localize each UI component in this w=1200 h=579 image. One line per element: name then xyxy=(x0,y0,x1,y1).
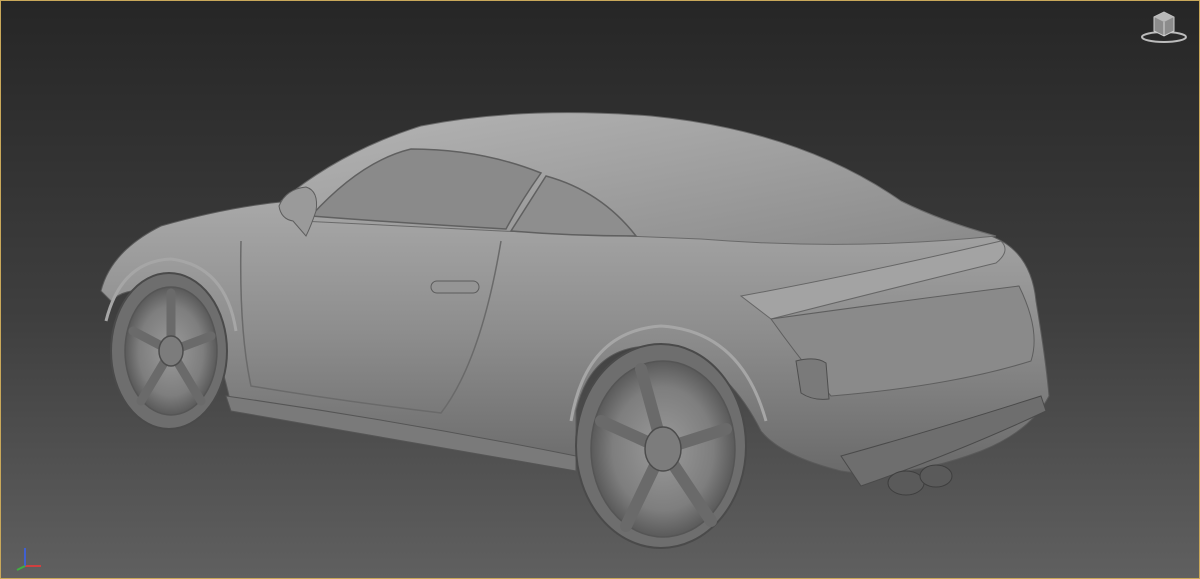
scene-canvas[interactable] xyxy=(1,1,1200,579)
tail-light xyxy=(795,358,830,400)
viewcube-icon[interactable] xyxy=(1139,7,1189,43)
axis-tripod-icon xyxy=(11,542,45,572)
front-wheel[interactable] xyxy=(110,272,228,430)
rear-wheel[interactable] xyxy=(575,343,747,549)
door-handle[interactable] xyxy=(430,280,480,294)
exhaust-tip-left xyxy=(887,470,925,496)
perspective-viewport[interactable] xyxy=(0,0,1200,579)
exhaust-tip-right xyxy=(919,464,953,488)
